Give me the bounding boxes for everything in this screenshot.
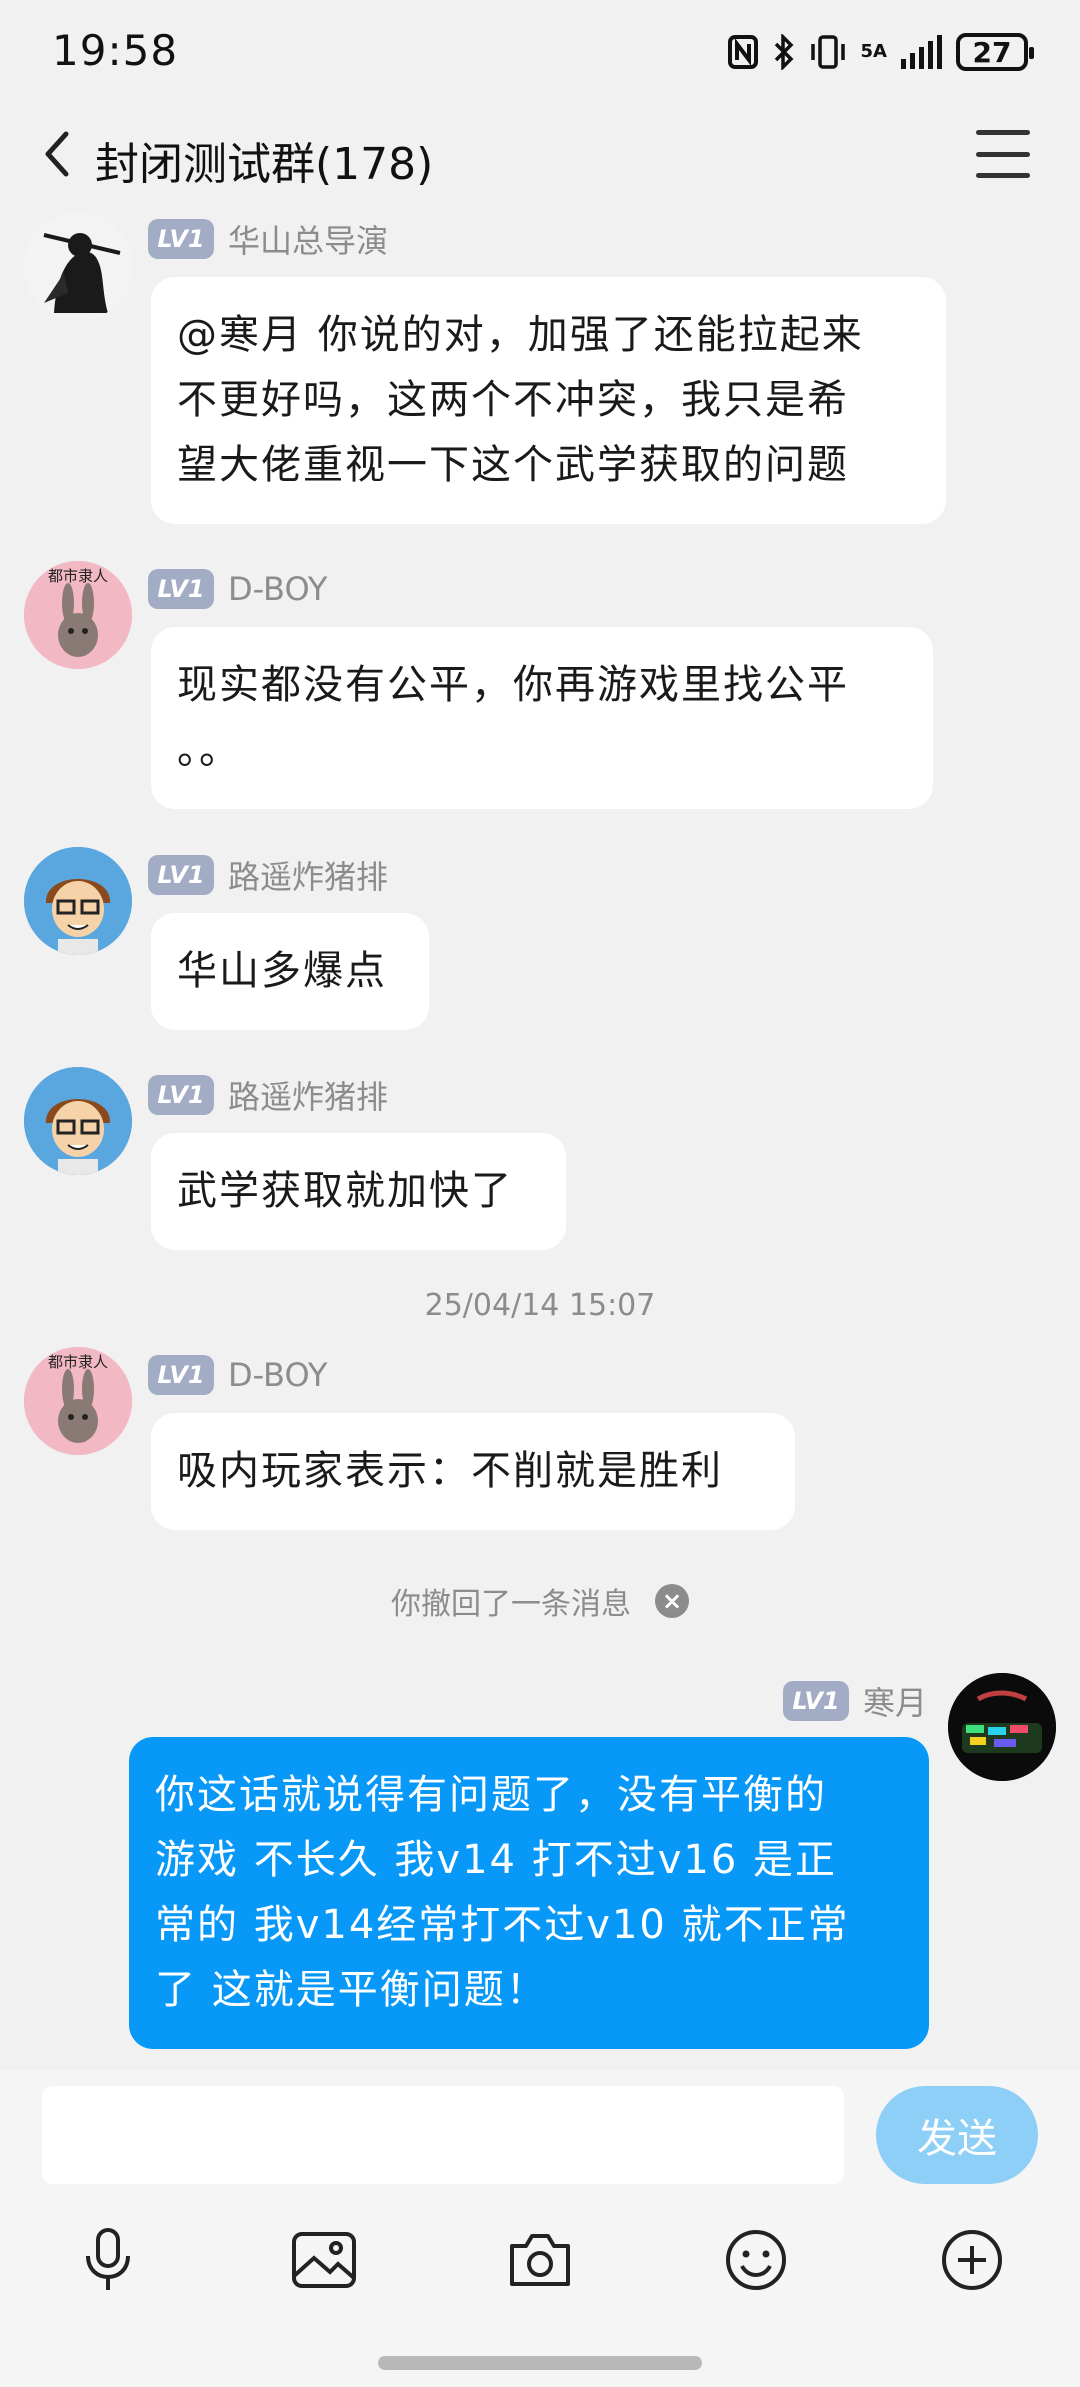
avatar[interactable] [24,1067,132,1175]
status-time: 19:58 [52,26,179,75]
microphone-icon[interactable] [68,2220,148,2300]
message-meta: LV1 D-BOY [148,567,327,611]
message-meta: LV1 路遥炸猪排 [148,853,388,897]
my-message-bubble[interactable]: 你这话就说得有问题了，没有平衡的 游戏 不长久 我v14 打不过v16 是正 常… [129,1737,929,2049]
recall-text: 你撤回了一条消息 [391,1587,631,1622]
message-line: 望大佬重视一下这个武学获取的问题 [177,442,849,488]
sender-name[interactable]: 华山总导演 [228,216,388,262]
message-bubble[interactable]: 现实都没有公平，你再游戏里找公平 。。 [151,627,933,809]
message-meta: LV1 路遥炸猪排 [148,1073,388,1117]
sender-name[interactable]: 路遥炸猪排 [228,852,388,898]
level-badge: LV1 [148,219,214,259]
sender-name[interactable]: 寒月 [863,1678,927,1724]
message-input[interactable] [42,2086,844,2184]
dismiss-icon[interactable]: × [655,1584,689,1618]
level-badge: LV1 [148,569,214,609]
battery-level: 27 [972,35,1012,69]
message-meta: LV1 寒月 [783,1679,927,1723]
sender-name[interactable]: D-BOY [228,1356,327,1394]
status-icons: 5A 27 [727,30,1034,74]
message-list[interactable]: LV1 华山总导演 @寒月 你说的对，加强了还能拉起来 不更好吗，这两个不冲突，… [0,205,1080,2065]
message-bubble[interactable]: 武学获取就加快了 [151,1133,566,1250]
message-line: 游戏 不长久 我v14 打不过v16 是正 [155,1837,837,1883]
back-button[interactable] [30,124,90,184]
avatar[interactable] [948,1673,1056,1781]
avatar[interactable] [24,213,132,321]
vibrate-icon [809,34,847,70]
menu-button[interactable] [976,130,1030,178]
send-button[interactable]: 发送 [876,2086,1038,2184]
avatar[interactable]: 都市隶人 [24,561,132,669]
emoji-icon[interactable] [716,2220,796,2300]
message-meta: LV1 D-BOY [148,1353,327,1397]
avatar-text: 都市隶人 [48,567,108,585]
avatar[interactable]: 都市隶人 [24,1347,132,1455]
level-badge: LV1 [148,855,214,895]
home-indicator[interactable] [378,2356,702,2370]
message-line: 吸内玩家表示：不削就是胜利 [177,1448,723,1494]
message-line: @寒月 你说的对，加强了还能拉起来 [177,312,864,358]
camera-icon[interactable] [500,2220,580,2300]
message-bubble[interactable]: 吸内玩家表示：不削就是胜利 [151,1413,795,1530]
status-bar: 19:58 5A 27 [0,0,1080,100]
level-badge: LV1 [783,1681,849,1721]
timestamp: 25/04/14 15:07 [424,1288,656,1323]
chat-header: 封闭测试群(178) [0,110,1080,200]
battery-icon: 27 [956,33,1034,71]
message-line: 了 这就是平衡问题！ [155,1967,548,2013]
avatar[interactable] [24,847,132,955]
message-line: 你这话就说得有问题了，没有平衡的 [155,1772,827,1818]
message-line: 华山多爆点 [177,948,387,994]
message-line: 不更好吗，这两个不冲突，我只是希 [177,377,849,423]
message-line: 。。 [177,727,241,773]
recall-notice: 你撤回了一条消息 × [0,1579,1080,1623]
message-bubble[interactable]: 华山多爆点 [151,913,429,1030]
message-bubble[interactable]: @寒月 你说的对，加强了还能拉起来 不更好吗，这两个不冲突，我只是希 望大佬重视… [151,277,946,524]
plus-icon[interactable] [932,2220,1012,2300]
message-line: 常的 我v14经常打不过v10 就不正常 [155,1902,850,1948]
image-icon[interactable] [284,2220,364,2300]
sender-name[interactable]: 路遥炸猪排 [228,1072,388,1118]
chevron-left-icon [45,131,69,177]
toolbar [0,2220,1080,2320]
chat-title: 封闭测试群(178) [95,139,434,190]
message-line: 现实都没有公平，你再游戏里找公平 [177,662,849,708]
nfc-icon [727,34,759,70]
input-bar: 发送 [0,2070,1080,2387]
sender-name[interactable]: D-BOY [228,570,327,608]
level-badge: LV1 [148,1075,214,1115]
signal-icon [901,35,942,69]
bluetooth-icon [773,34,795,70]
message-meta: LV1 华山总导演 [148,217,388,261]
network-type: 5A [860,41,887,62]
level-badge: LV1 [148,1355,214,1395]
avatar-text: 都市隶人 [48,1353,108,1371]
message-line: 武学获取就加快了 [177,1168,513,1214]
